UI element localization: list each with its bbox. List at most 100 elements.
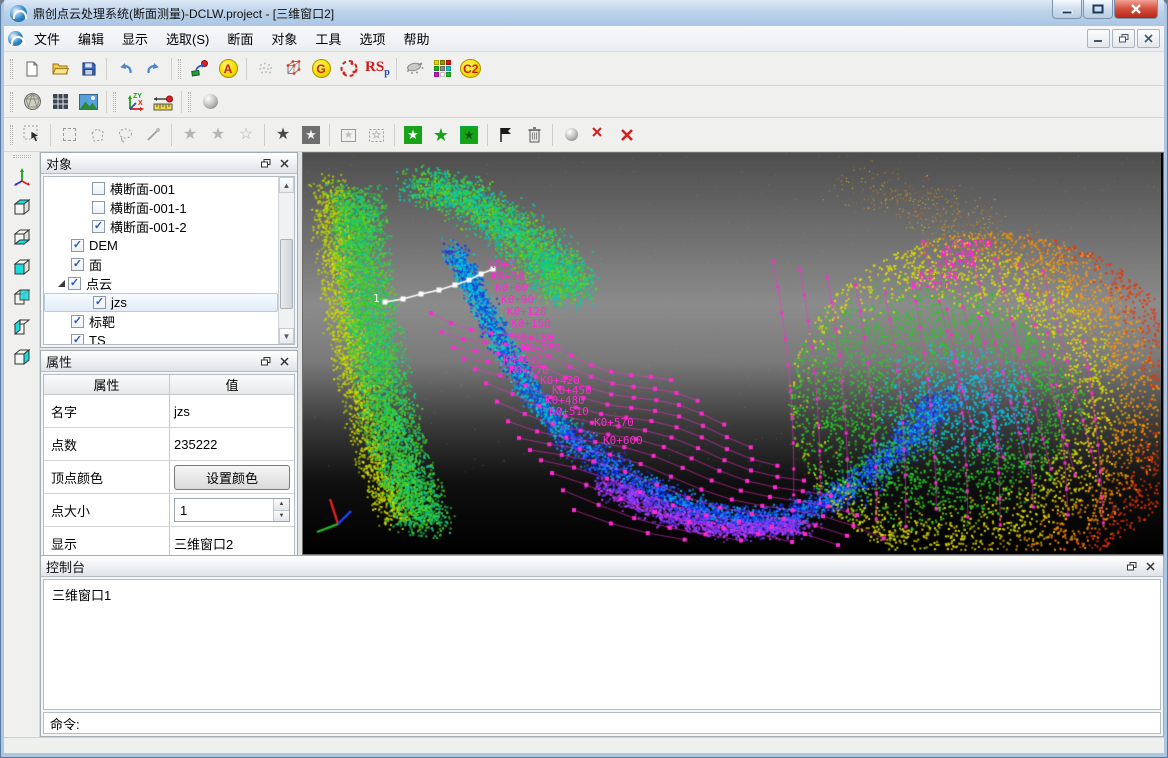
child-minimize-button[interactable] [1087, 29, 1110, 48]
star-subtract-button[interactable]: ★ [205, 122, 231, 147]
label-a-button[interactable]: A [215, 56, 241, 81]
star-solid-button[interactable]: ★ [270, 122, 296, 147]
view-bottom-button[interactable] [8, 224, 36, 250]
geodesic-sphere-button[interactable] [19, 89, 45, 114]
new-file-button[interactable] [19, 56, 45, 81]
label-g-button[interactable]: G [308, 56, 334, 81]
titlebar[interactable]: 鼎创点云处理系统(断面测量)-DCLW.project - [三维窗口2] [4, 0, 1164, 26]
axes-button[interactable]: ZYX [122, 89, 148, 114]
tree-item[interactable]: ✓面 [44, 255, 278, 274]
menu-item-display[interactable]: 显示 [113, 26, 157, 51]
flag-button[interactable] [493, 122, 519, 147]
polygon-select-button[interactable] [84, 122, 110, 147]
properties-panel-titlebar[interactable]: 属性 [41, 351, 297, 372]
image-button[interactable] [75, 89, 101, 114]
tree-checkbox[interactable]: ✓ [71, 258, 84, 271]
box-outside-button[interactable] [363, 122, 389, 147]
tree-item[interactable]: ✓横断面-001-2 [44, 217, 278, 236]
tree-item[interactable]: ✓jzs [44, 293, 278, 312]
toolbar-grip[interactable] [10, 59, 13, 79]
bounding-box-button[interactable] [280, 56, 306, 81]
measure-button[interactable] [150, 89, 176, 114]
tree-item[interactable]: ✓TS [44, 331, 278, 344]
menu-item-section[interactable]: 断面 [218, 26, 262, 51]
tree-checkbox[interactable] [92, 182, 105, 195]
panel-close-button[interactable] [276, 156, 292, 171]
view-top-button[interactable] [8, 194, 36, 220]
axis-view-button[interactable] [8, 164, 36, 190]
pick-point-button[interactable] [140, 122, 166, 147]
view-front-button[interactable] [8, 254, 36, 280]
grid-button[interactable] [47, 89, 73, 114]
menu-item-file[interactable]: 文件 [25, 26, 69, 51]
color-table-button[interactable] [430, 56, 456, 81]
property-value-name[interactable]: jzs [170, 395, 294, 427]
tree-expander-icon[interactable] [58, 280, 65, 287]
box-inside-button[interactable] [335, 122, 361, 147]
set-color-button[interactable]: 设置颜色 [174, 465, 290, 490]
tree-item[interactable]: ✓DEM [44, 236, 278, 255]
menu-item-tools[interactable]: 工具 [306, 26, 350, 51]
tree-item[interactable]: 横断面-001-1 [44, 198, 278, 217]
lasso-select-button[interactable] [112, 122, 138, 147]
child-close-button[interactable] [1137, 29, 1160, 48]
tree-checkbox[interactable]: ✓ [68, 277, 81, 290]
panel-float-button[interactable] [1124, 559, 1140, 574]
view-back-button[interactable] [8, 284, 36, 310]
panel-close-button[interactable] [276, 354, 292, 369]
objects-panel-titlebar[interactable]: 对象 [41, 153, 297, 174]
toolbar-grip[interactable] [113, 92, 116, 112]
tree-checkbox[interactable]: ✓ [71, 315, 84, 328]
green-star-box-button[interactable]: ★ [400, 122, 426, 147]
tree-checkbox[interactable] [92, 201, 105, 214]
view-right-button[interactable] [8, 344, 36, 370]
point-size-spinner[interactable]: 1 ▲▼ [174, 498, 290, 522]
view-left-button[interactable] [8, 314, 36, 340]
property-value-point-count[interactable]: 235222 [170, 428, 294, 460]
spin-down-button[interactable]: ▼ [274, 511, 289, 522]
save-button[interactable] [75, 56, 101, 81]
panel-float-button[interactable] [258, 156, 274, 171]
scroll-thumb[interactable] [280, 239, 293, 309]
point-cloud-canvas[interactable] [303, 153, 1161, 554]
star-box-button[interactable]: ★ [298, 122, 324, 147]
redo-button[interactable] [140, 56, 166, 81]
undo-button[interactable] [112, 56, 138, 81]
toolbar-grip[interactable] [13, 155, 31, 158]
command-line[interactable]: 命令: [43, 712, 1161, 734]
window-close-button[interactable] [1114, 0, 1158, 19]
console-output[interactable]: 三维窗口1 [43, 579, 1161, 710]
panel-float-button[interactable] [258, 354, 274, 369]
spin-up-button[interactable]: ▲ [274, 499, 289, 511]
tree-checkbox[interactable]: ✓ [71, 334, 84, 344]
window-minimize-button[interactable] [1052, 0, 1082, 19]
tree-scrollbar[interactable]: ▲ ▼ [278, 177, 294, 344]
child-restore-button[interactable] [1112, 29, 1135, 48]
toolbar-grip[interactable] [178, 59, 181, 79]
tree-item[interactable]: ✓标靶 [44, 312, 278, 331]
c2-button[interactable]: C2 [458, 56, 484, 81]
sphere-view-button[interactable] [558, 122, 584, 147]
green-star-button[interactable]: ★ [428, 122, 454, 147]
console-panel-titlebar[interactable]: 控制台 [41, 556, 1163, 577]
toolbar-grip[interactable] [188, 92, 191, 112]
point-cloud-button[interactable] [252, 56, 278, 81]
menu-item-object[interactable]: 对象 [262, 26, 306, 51]
resection-button[interactable]: RSp [364, 56, 391, 81]
menu-item-select[interactable]: 选取(S) [157, 26, 218, 51]
registration-button[interactable] [187, 56, 213, 81]
tree-item[interactable]: 横断面-001 [44, 179, 278, 198]
panel-close-button[interactable] [1142, 559, 1158, 574]
circle-fit-button[interactable] [336, 56, 362, 81]
command-input[interactable] [84, 715, 1154, 732]
delete-button[interactable] [521, 122, 547, 147]
tree-checkbox[interactable]: ✓ [93, 296, 106, 309]
menu-item-edit[interactable]: 编辑 [69, 26, 113, 51]
scroll-track[interactable] [279, 193, 294, 328]
toolbar-grip[interactable] [10, 125, 13, 145]
tree-checkbox[interactable]: ✓ [71, 239, 84, 252]
scroll-down-button[interactable]: ▼ [279, 328, 294, 344]
sphere-button[interactable] [197, 89, 223, 114]
tree-item[interactable]: ✓点云 [44, 274, 278, 293]
cancel-button[interactable] [614, 122, 640, 147]
